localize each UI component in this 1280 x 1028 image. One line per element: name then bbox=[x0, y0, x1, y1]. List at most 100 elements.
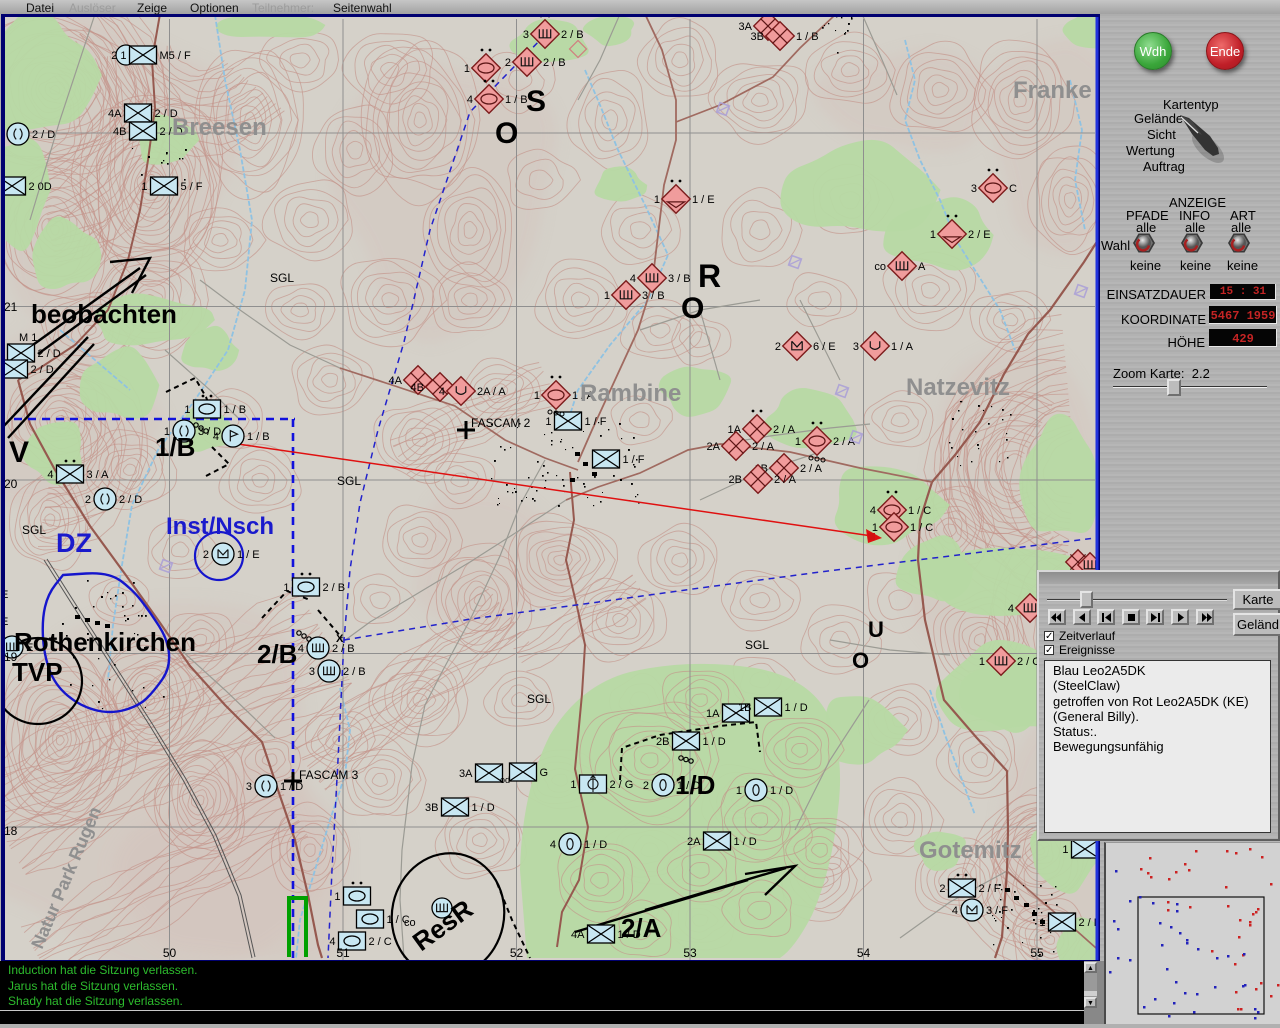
svg-text:1 / A: 1 / A bbox=[891, 341, 914, 353]
svg-text:2: 2 bbox=[505, 57, 511, 69]
svg-text:1: 1 bbox=[570, 779, 576, 791]
svg-text:6 / E: 6 / E bbox=[813, 341, 836, 353]
svg-text:2 / E: 2 / E bbox=[968, 229, 991, 241]
svg-text:od: od bbox=[500, 775, 510, 785]
svg-text:4: 4 bbox=[213, 431, 219, 443]
svg-text:2 1: 2 1 bbox=[111, 50, 126, 62]
svg-text:4: 4 bbox=[439, 386, 445, 398]
svg-text:4: 4 bbox=[870, 505, 876, 517]
svg-text:2: 2 bbox=[203, 549, 209, 561]
svg-text:2/A: 2/A bbox=[621, 913, 662, 943]
svg-text:3: 3 bbox=[246, 781, 252, 793]
svg-text:2: 2 bbox=[643, 780, 649, 792]
svg-text:M 1: M 1 bbox=[19, 332, 37, 344]
svg-text:2 / B: 2 / B bbox=[332, 643, 355, 655]
svg-text:50: 50 bbox=[163, 946, 177, 960]
svg-text:1: 1 bbox=[141, 181, 147, 193]
svg-text:21: 21 bbox=[4, 300, 18, 314]
svg-text:2 / A: 2 / A bbox=[800, 463, 823, 475]
svg-text:V: V bbox=[9, 436, 29, 469]
svg-text:1 / E: 1 / E bbox=[692, 194, 715, 206]
svg-text:1: 1 bbox=[979, 656, 985, 668]
svg-text:U: U bbox=[868, 617, 884, 642]
svg-text:1 / D: 1 / D bbox=[703, 736, 726, 748]
svg-text:C: C bbox=[1009, 183, 1017, 195]
svg-text:3 / B: 3 / B bbox=[642, 290, 665, 302]
svg-text:co: co bbox=[874, 261, 886, 273]
svg-text:Natzevitz: Natzevitz bbox=[906, 374, 1010, 401]
svg-text:4: 4 bbox=[47, 469, 53, 481]
svg-text:SGL: SGL bbox=[22, 523, 46, 537]
svg-text:1: 1 bbox=[1062, 844, 1068, 856]
svg-text:Inst/Nsch: Inst/Nsch bbox=[166, 513, 274, 540]
svg-text:4: 4 bbox=[952, 905, 958, 917]
svg-text:G: G bbox=[540, 767, 549, 779]
svg-text:S: S bbox=[526, 85, 546, 118]
svg-text:54: 54 bbox=[857, 946, 871, 960]
svg-text:Breesen: Breesen bbox=[172, 114, 267, 141]
svg-text:1: 1 bbox=[930, 229, 936, 241]
svg-text:3 / B: 3 / B bbox=[668, 273, 691, 285]
svg-text:4: 4 bbox=[550, 839, 556, 851]
svg-text:1: 1 bbox=[654, 194, 660, 206]
svg-text:1 / D: 1 / D bbox=[770, 785, 793, 797]
svg-text:2 / B: 2 / B bbox=[561, 29, 584, 41]
svg-text:1/D: 1/D bbox=[675, 770, 715, 800]
svg-text:2A / A: 2A / A bbox=[477, 386, 506, 398]
svg-text:2B: 2B bbox=[729, 474, 742, 486]
svg-text:1 / E: 1 / E bbox=[237, 549, 260, 561]
svg-text:1A: 1A bbox=[706, 708, 720, 720]
svg-text:52: 52 bbox=[510, 946, 524, 960]
svg-text:2 0D: 2 0D bbox=[29, 181, 52, 193]
svg-text:O: O bbox=[852, 648, 869, 673]
svg-text:SGL: SGL bbox=[270, 271, 294, 285]
svg-text:4: 4 bbox=[467, 94, 473, 106]
svg-text:3 / A: 3 / A bbox=[87, 469, 110, 481]
svg-text:4: 4 bbox=[298, 643, 304, 655]
svg-text:1: 1 bbox=[545, 416, 551, 428]
svg-text:TVP: TVP bbox=[12, 657, 63, 687]
svg-text:4B: 4B bbox=[411, 382, 424, 394]
svg-text:Franke: Franke bbox=[1013, 77, 1092, 104]
svg-text:1 / D: 1 / D bbox=[472, 802, 495, 814]
svg-text:1: 1 bbox=[736, 785, 742, 797]
svg-text:3B: 3B bbox=[425, 802, 438, 814]
svg-text:2 / D: 2 / D bbox=[38, 348, 61, 360]
svg-text:1 / D: 1 / D bbox=[734, 836, 757, 848]
svg-text:1B: 1B bbox=[738, 702, 751, 714]
svg-text:Rothenkirchen: Rothenkirchen bbox=[14, 627, 196, 657]
svg-text:2 / A: 2 / A bbox=[774, 474, 797, 486]
svg-text:1: 1 bbox=[534, 390, 540, 402]
svg-text:2 / A: 2 / A bbox=[752, 441, 775, 453]
svg-text:1/B: 1/B bbox=[155, 432, 195, 462]
svg-text:51: 51 bbox=[336, 946, 350, 960]
svg-text:SGL: SGL bbox=[527, 692, 551, 706]
svg-text:O: O bbox=[681, 292, 704, 325]
svg-text:18: 18 bbox=[4, 824, 18, 838]
svg-text:SGL: SGL bbox=[745, 638, 769, 652]
svg-text:3: 3 bbox=[309, 666, 315, 678]
svg-text:2A: 2A bbox=[707, 441, 721, 453]
svg-text:1: 1 bbox=[1039, 917, 1045, 929]
svg-text:1 / B: 1 / B bbox=[796, 31, 819, 43]
svg-text:4: 4 bbox=[1008, 603, 1014, 615]
svg-text:4: 4 bbox=[329, 936, 335, 948]
svg-text:SGL: SGL bbox=[337, 474, 361, 488]
svg-text:4B: 4B bbox=[113, 126, 126, 138]
svg-text:2 / B: 2 / B bbox=[343, 666, 366, 678]
svg-text:A: A bbox=[918, 261, 926, 273]
svg-text:5 / F: 5 / F bbox=[181, 181, 203, 193]
svg-text:1: 1 bbox=[604, 290, 610, 302]
svg-text:2: 2 bbox=[85, 494, 91, 506]
svg-text:O: O bbox=[495, 117, 518, 150]
svg-text:4A: 4A bbox=[389, 375, 403, 387]
svg-text:3 / F: 3 / F bbox=[986, 905, 1008, 917]
svg-text:1: 1 bbox=[283, 582, 289, 594]
svg-text:4A: 4A bbox=[108, 108, 122, 120]
svg-text:3: 3 bbox=[971, 183, 977, 195]
svg-text:4: 4 bbox=[630, 273, 636, 285]
svg-text:2/B: 2/B bbox=[257, 639, 297, 669]
svg-text:2B: 2B bbox=[656, 736, 669, 748]
svg-text:FASCAM 3: FASCAM 3 bbox=[299, 768, 359, 782]
svg-text:1 / B: 1 / B bbox=[247, 431, 270, 443]
